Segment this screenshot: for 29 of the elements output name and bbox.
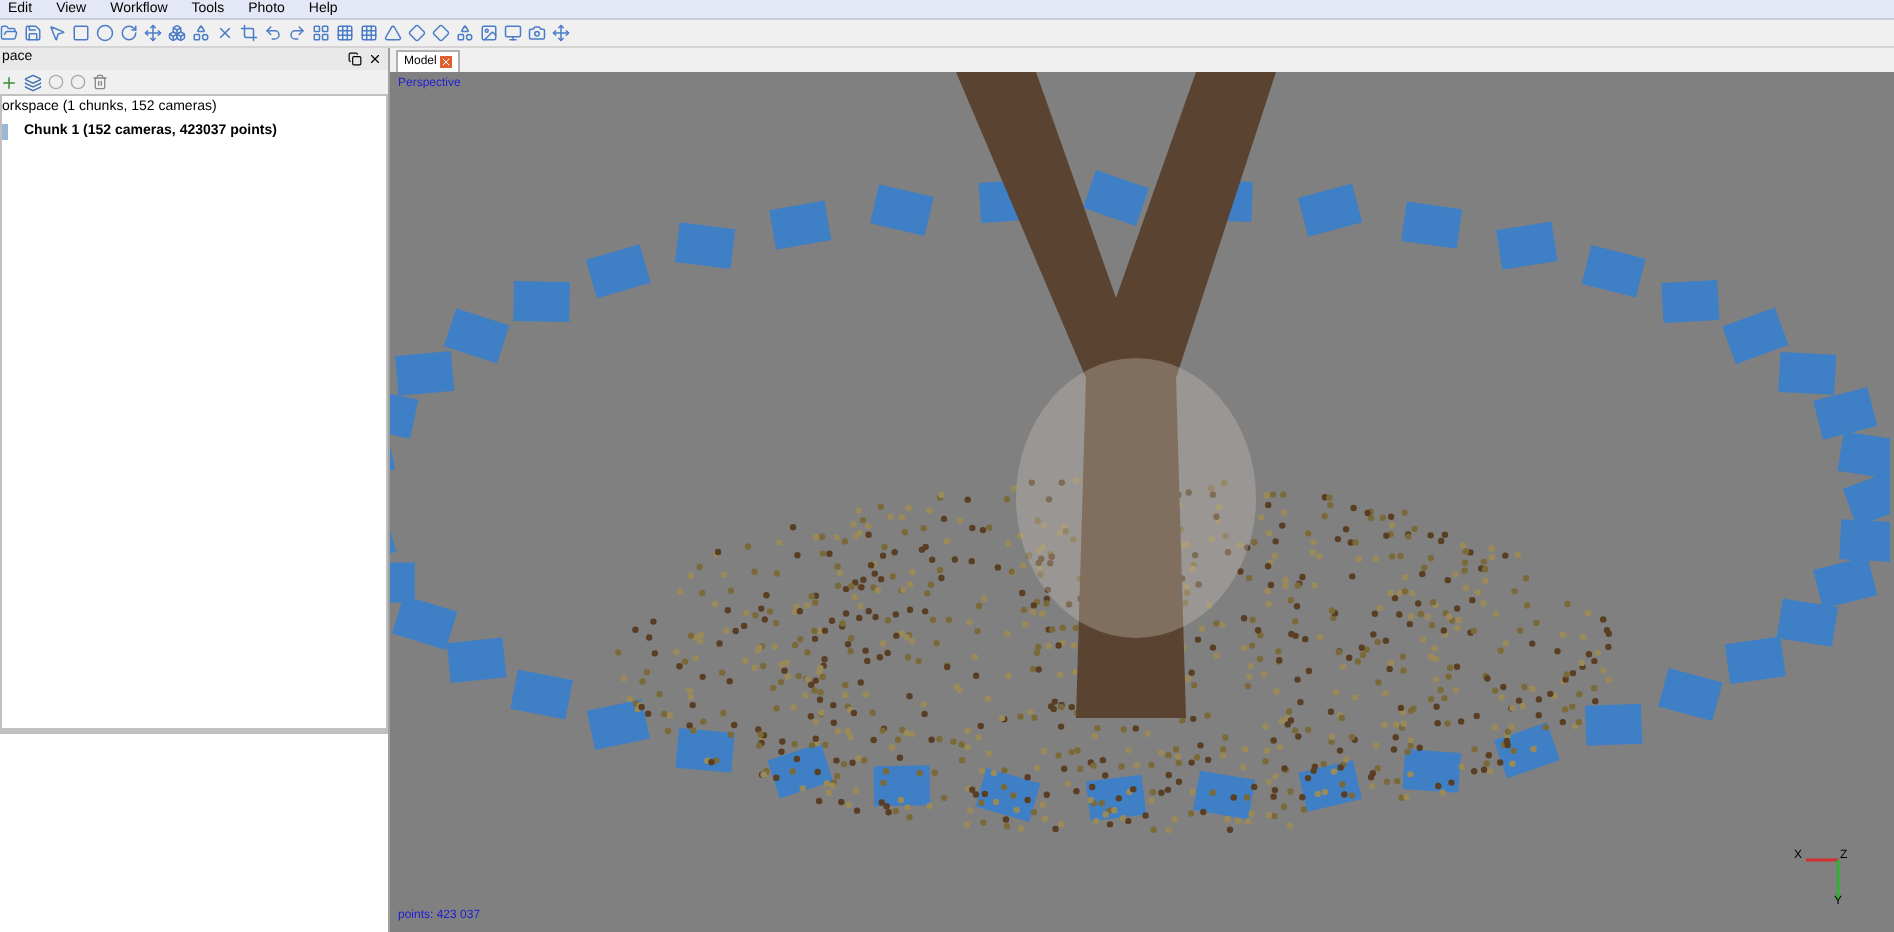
camera-icon[interactable] <box>528 24 546 42</box>
remove-icon[interactable] <box>92 74 108 90</box>
grid-icon[interactable] <box>360 24 378 42</box>
circle-icon[interactable] <box>48 74 64 90</box>
pointer-icon[interactable] <box>48 24 66 42</box>
circle-icon[interactable] <box>70 74 86 90</box>
crop-icon[interactable] <box>240 24 258 42</box>
grid-icon[interactable] <box>312 24 330 42</box>
rectangle-select-icon[interactable] <box>72 24 90 42</box>
save-icon[interactable] <box>24 24 42 42</box>
grid-icon[interactable] <box>336 24 354 42</box>
redo-icon[interactable] <box>288 24 306 42</box>
add-chunk-icon[interactable] <box>0 73 18 91</box>
cubes-icon[interactable] <box>168 24 186 42</box>
shapes-icon[interactable] <box>192 24 210 42</box>
float-icon[interactable] <box>348 52 362 66</box>
close-icon[interactable] <box>368 52 382 66</box>
monitor-icon[interactable] <box>504 24 522 42</box>
triangle-icon[interactable] <box>384 24 402 42</box>
shapes-icon[interactable] <box>456 24 474 42</box>
undo-icon[interactable] <box>264 24 282 42</box>
folder-icon[interactable] <box>0 24 18 42</box>
move-icon[interactable] <box>552 24 570 42</box>
move-icon[interactable] <box>144 24 162 42</box>
circle-select-icon[interactable] <box>96 24 114 42</box>
layers-icon[interactable] <box>24 73 42 91</box>
rotate-icon[interactable] <box>120 24 138 42</box>
image-icon[interactable] <box>480 24 498 42</box>
axis-gizmo-drawing <box>1806 856 1842 900</box>
